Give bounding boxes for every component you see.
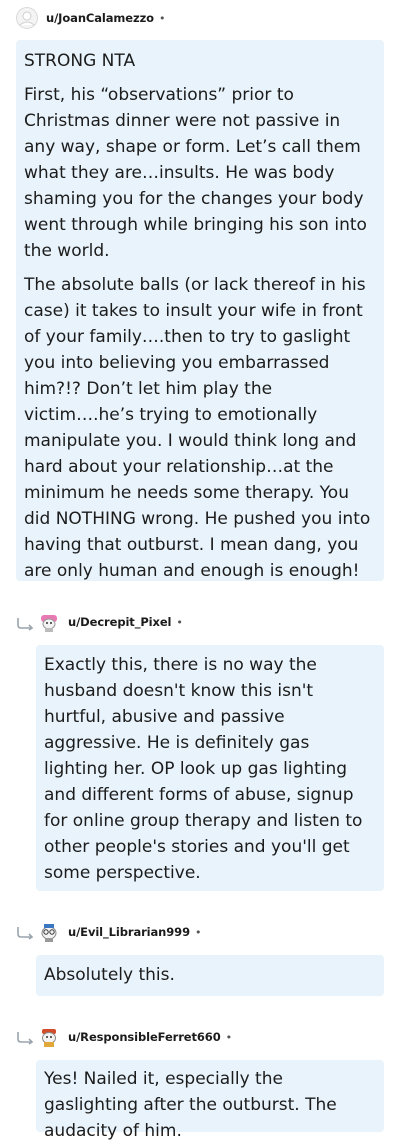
username[interactable]: u/ResponsibleFerret660	[68, 1030, 221, 1044]
comment-header: u/ResponsibleFerret660 •	[38, 1025, 232, 1049]
comment-paragraph: First, his “observations” prior to Chris…	[24, 85, 367, 261]
comment-body: Exactly this, there is no way the husban…	[36, 645, 384, 891]
comment-header: u/JoanCalamezzo •	[16, 6, 166, 30]
comment-body: Absolutely this.	[36, 955, 384, 996]
separator-dot: •	[159, 11, 166, 25]
username[interactable]: u/Evil_Librarian999	[68, 925, 190, 939]
comment-paragraph: Yes! Nailed it, especially the gaslighti…	[44, 1069, 337, 1141]
reply-arrow-icon	[17, 618, 34, 631]
comment-body: STRONG NTA First, his “observations” pri…	[16, 40, 384, 581]
reply-arrow-icon	[17, 1032, 34, 1045]
username[interactable]: u/Decrepit_Pixel	[68, 615, 171, 629]
username[interactable]: u/JoanCalamezzo	[46, 11, 154, 25]
comment-paragraph: STRONG NTA	[24, 51, 136, 71]
comment-header: u/Evil_Librarian999 •	[38, 920, 201, 944]
comment-body: Yes! Nailed it, especially the gaslighti…	[36, 1060, 384, 1141]
comment-paragraph: Absolutely this.	[44, 965, 175, 985]
separator-dot: •	[176, 615, 183, 629]
avatar-icon[interactable]	[38, 921, 60, 943]
avatar-icon[interactable]	[38, 611, 60, 633]
comment-paragraph: Exactly this, there is no way the husban…	[44, 655, 363, 883]
avatar-icon[interactable]	[38, 1026, 60, 1048]
comment-header: u/Decrepit_Pixel •	[38, 610, 183, 634]
separator-dot: •	[194, 925, 202, 939]
comment-paragraph: The absolute balls (or lack thereof in h…	[24, 275, 371, 581]
separator-dot: •	[225, 1030, 233, 1044]
reply-arrow-icon	[17, 927, 34, 940]
avatar-icon[interactable]	[16, 7, 38, 29]
